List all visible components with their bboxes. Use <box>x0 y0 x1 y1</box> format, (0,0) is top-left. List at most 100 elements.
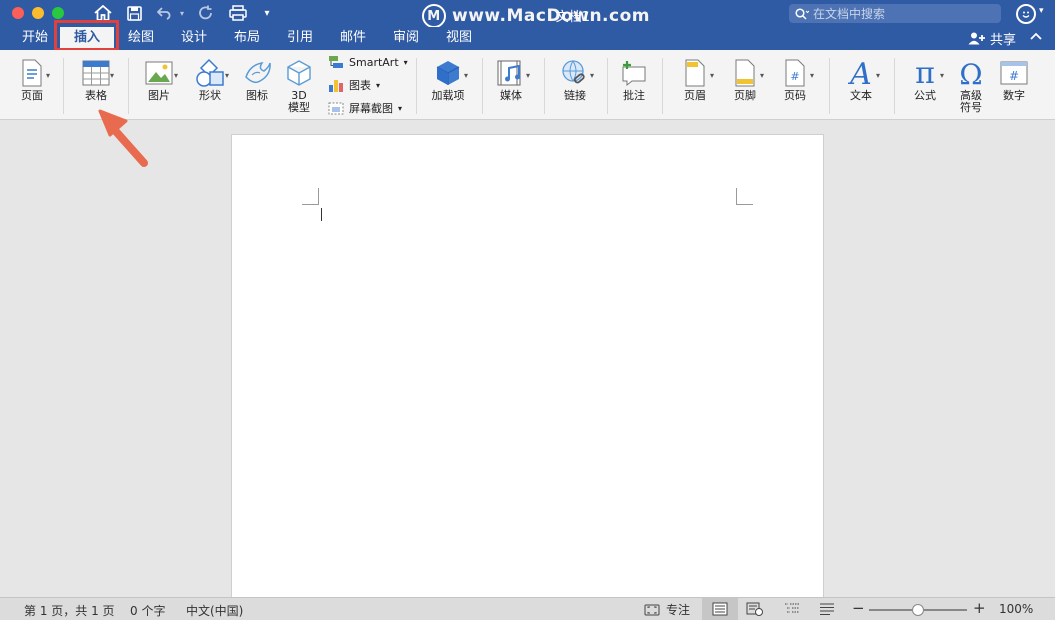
search-box[interactable] <box>789 4 1001 23</box>
svg-text:A: A <box>848 58 872 88</box>
share-button[interactable]: 共享 <box>968 29 1016 48</box>
language-indicator[interactable]: 中文(中国) <box>186 602 243 619</box>
tab-home[interactable]: 开始 <box>22 27 48 50</box>
table-dropdown-icon[interactable]: ▾ <box>110 71 114 80</box>
screenshot-label: 屏幕截图 <box>349 102 393 115</box>
zoom-out-button[interactable]: − <box>852 599 865 617</box>
text-dropdown-icon[interactable]: ▾ <box>876 71 880 80</box>
tab-view[interactable]: 视图 <box>446 27 472 50</box>
link-button[interactable]: ▾ 链接 <box>554 56 596 116</box>
page-number-dropdown-icon[interactable]: ▾ <box>810 71 814 80</box>
bird-icon <box>245 61 271 84</box>
table-icon <box>82 60 110 86</box>
outline-view-button[interactable] <box>784 602 800 619</box>
footer-label: 页脚 <box>734 89 756 102</box>
header-button[interactable]: ▾ 页眉 <box>672 56 718 116</box>
page-count[interactable]: 第 1 页，共 1 页 <box>24 602 115 619</box>
feedback-dropdown-icon[interactable]: ▾ <box>1039 6 1044 16</box>
zoom-window-button[interactable] <box>52 7 64 19</box>
shape-dropdown-icon[interactable]: ▾ <box>225 71 229 80</box>
footer-dropdown-icon[interactable]: ▾ <box>760 71 764 80</box>
tab-draw[interactable]: 绘图 <box>128 27 154 50</box>
web-layout-view-button[interactable] <box>746 602 764 619</box>
draft-view-button[interactable] <box>819 602 835 619</box>
text-a-icon: A <box>848 58 872 88</box>
header-dropdown-icon[interactable]: ▾ <box>710 71 714 80</box>
equation-button[interactable]: π ▾ 公式 <box>902 56 948 116</box>
shape-button[interactable]: ▾ 形状 <box>189 56 231 116</box>
3d-model-button[interactable]: 3D 模型 <box>282 56 316 116</box>
page-dropdown-icon[interactable]: ▾ <box>46 71 50 80</box>
print-layout-view-button[interactable] <box>702 598 738 620</box>
annotation-arrow-icon <box>98 109 148 167</box>
page-number-label: 页码 <box>784 89 806 102</box>
add-ins-dropdown-icon[interactable]: ▾ <box>464 71 468 80</box>
customize-toolbar-icon[interactable]: ▾ <box>260 3 274 23</box>
print-icon[interactable] <box>227 3 249 23</box>
margin-corner-top-left <box>302 188 319 205</box>
page-number-icon: # <box>785 59 805 87</box>
smartart-button[interactable]: SmartArt ▾ <box>328 53 408 71</box>
collapse-ribbon-icon[interactable] <box>1030 29 1042 43</box>
tab-design[interactable]: 设计 <box>181 27 207 50</box>
ribbon-toolbar: ▾ 页面 ▾ 表格 ▾ 图片 ▾ 形状 图标 3D 模型 SmartArt ▾ … <box>0 50 1055 120</box>
comment-label: 批注 <box>623 89 645 102</box>
footer-button[interactable]: ▾ 页脚 <box>722 56 768 116</box>
svg-text:π: π <box>915 59 935 87</box>
add-ins-button[interactable]: ▾ 加载项 <box>426 56 470 116</box>
chart-dropdown-icon[interactable]: ▾ <box>376 81 380 90</box>
chart-label: 图表 <box>349 79 371 92</box>
text-button[interactable]: A ▾ 文本 <box>838 56 884 116</box>
add-ins-icon <box>436 61 460 85</box>
picture-icon <box>145 61 173 85</box>
smartart-dropdown-icon[interactable]: ▾ <box>404 58 408 67</box>
share-label: 共享 <box>990 33 1017 48</box>
link-dropdown-icon[interactable]: ▾ <box>590 71 594 80</box>
tab-mailings[interactable]: 邮件 <box>340 27 366 50</box>
undo-icon[interactable] <box>155 3 175 23</box>
screenshot-button[interactable]: 屏幕截图 ▾ <box>328 99 402 117</box>
page-number-button[interactable]: # ▾ 页码 <box>772 56 818 116</box>
equation-dropdown-icon[interactable]: ▾ <box>940 71 944 80</box>
shape-label: 形状 <box>199 89 221 102</box>
icons-label: 图标 <box>246 89 268 102</box>
comment-button[interactable]: 批注 <box>617 56 651 116</box>
link-label: 链接 <box>564 89 586 102</box>
zoom-slider[interactable] <box>869 604 967 616</box>
ribbon-separator <box>662 58 663 114</box>
minimize-window-button[interactable] <box>32 7 44 19</box>
zoom-slider-thumb[interactable] <box>912 604 924 616</box>
word-count[interactable]: 0 个字 <box>130 602 165 619</box>
picture-dropdown-icon[interactable]: ▾ <box>174 71 178 80</box>
tab-review[interactable]: 审阅 <box>393 27 419 50</box>
save-icon[interactable] <box>124 3 144 23</box>
table-label: 表格 <box>85 89 107 102</box>
page-button[interactable]: ▾ 页面 <box>12 56 52 116</box>
zoom-level[interactable]: 100% <box>999 602 1033 616</box>
tab-layout[interactable]: 布局 <box>234 27 260 50</box>
outline-icon <box>785 603 799 613</box>
search-input[interactable] <box>813 6 993 21</box>
tab-references[interactable]: 引用 <box>287 27 313 50</box>
ribbon-separator <box>482 58 483 114</box>
redo-icon[interactable] <box>196 3 216 23</box>
chart-button[interactable]: 图表 ▾ <box>328 76 380 94</box>
add-ins-label: 加载项 <box>431 89 465 102</box>
focus-button[interactable]: 专注 <box>644 601 690 618</box>
web-layout-icon <box>746 602 763 616</box>
icons-button[interactable]: 图标 <box>240 56 274 116</box>
media-button[interactable]: ▾ 媒体 <box>490 56 532 116</box>
undo-dropdown-icon[interactable]: ▾ <box>177 3 187 23</box>
document-page[interactable] <box>231 134 824 604</box>
chart-icon <box>329 80 343 92</box>
number-button[interactable]: # 数字 <box>995 56 1033 116</box>
screenshot-dropdown-icon[interactable]: ▾ <box>398 104 402 113</box>
feedback-smiley-icon[interactable] <box>1016 4 1036 24</box>
zoom-in-button[interactable]: + <box>973 599 986 617</box>
media-dropdown-icon[interactable]: ▾ <box>526 71 530 80</box>
draft-icon <box>820 603 834 615</box>
3d-model-label-line2: 模型 <box>288 101 310 114</box>
close-window-button[interactable] <box>12 7 24 19</box>
advanced-symbol-button[interactable]: Ω 高级 符号 <box>952 56 990 116</box>
insert-tab-highlight-box <box>54 20 119 51</box>
